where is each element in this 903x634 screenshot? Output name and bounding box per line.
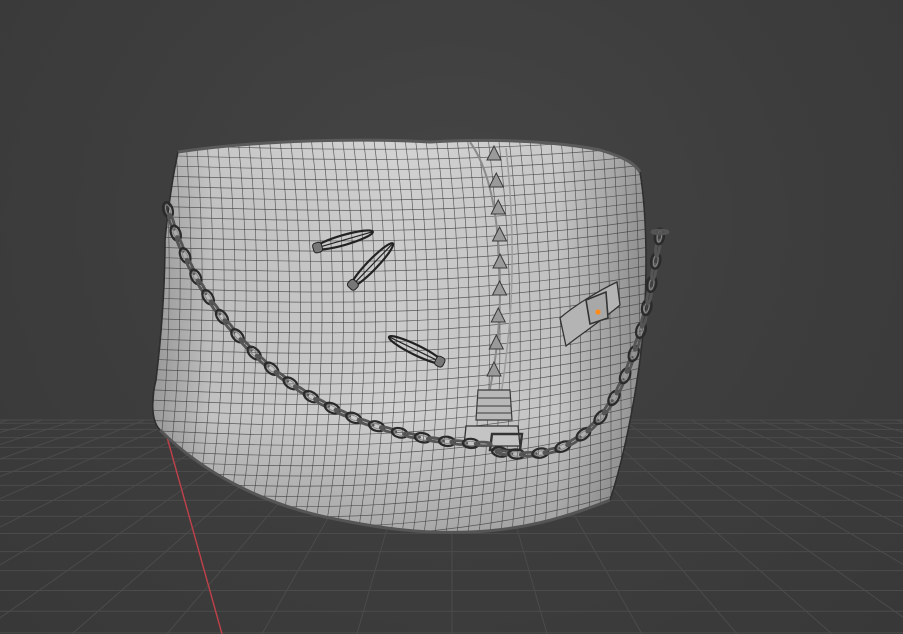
corset-mesh[interactable] [125,135,655,558]
3d-viewport[interactable] [0,0,903,634]
object-origin-dot [595,309,601,315]
viewport-canvas[interactable] [0,0,903,634]
